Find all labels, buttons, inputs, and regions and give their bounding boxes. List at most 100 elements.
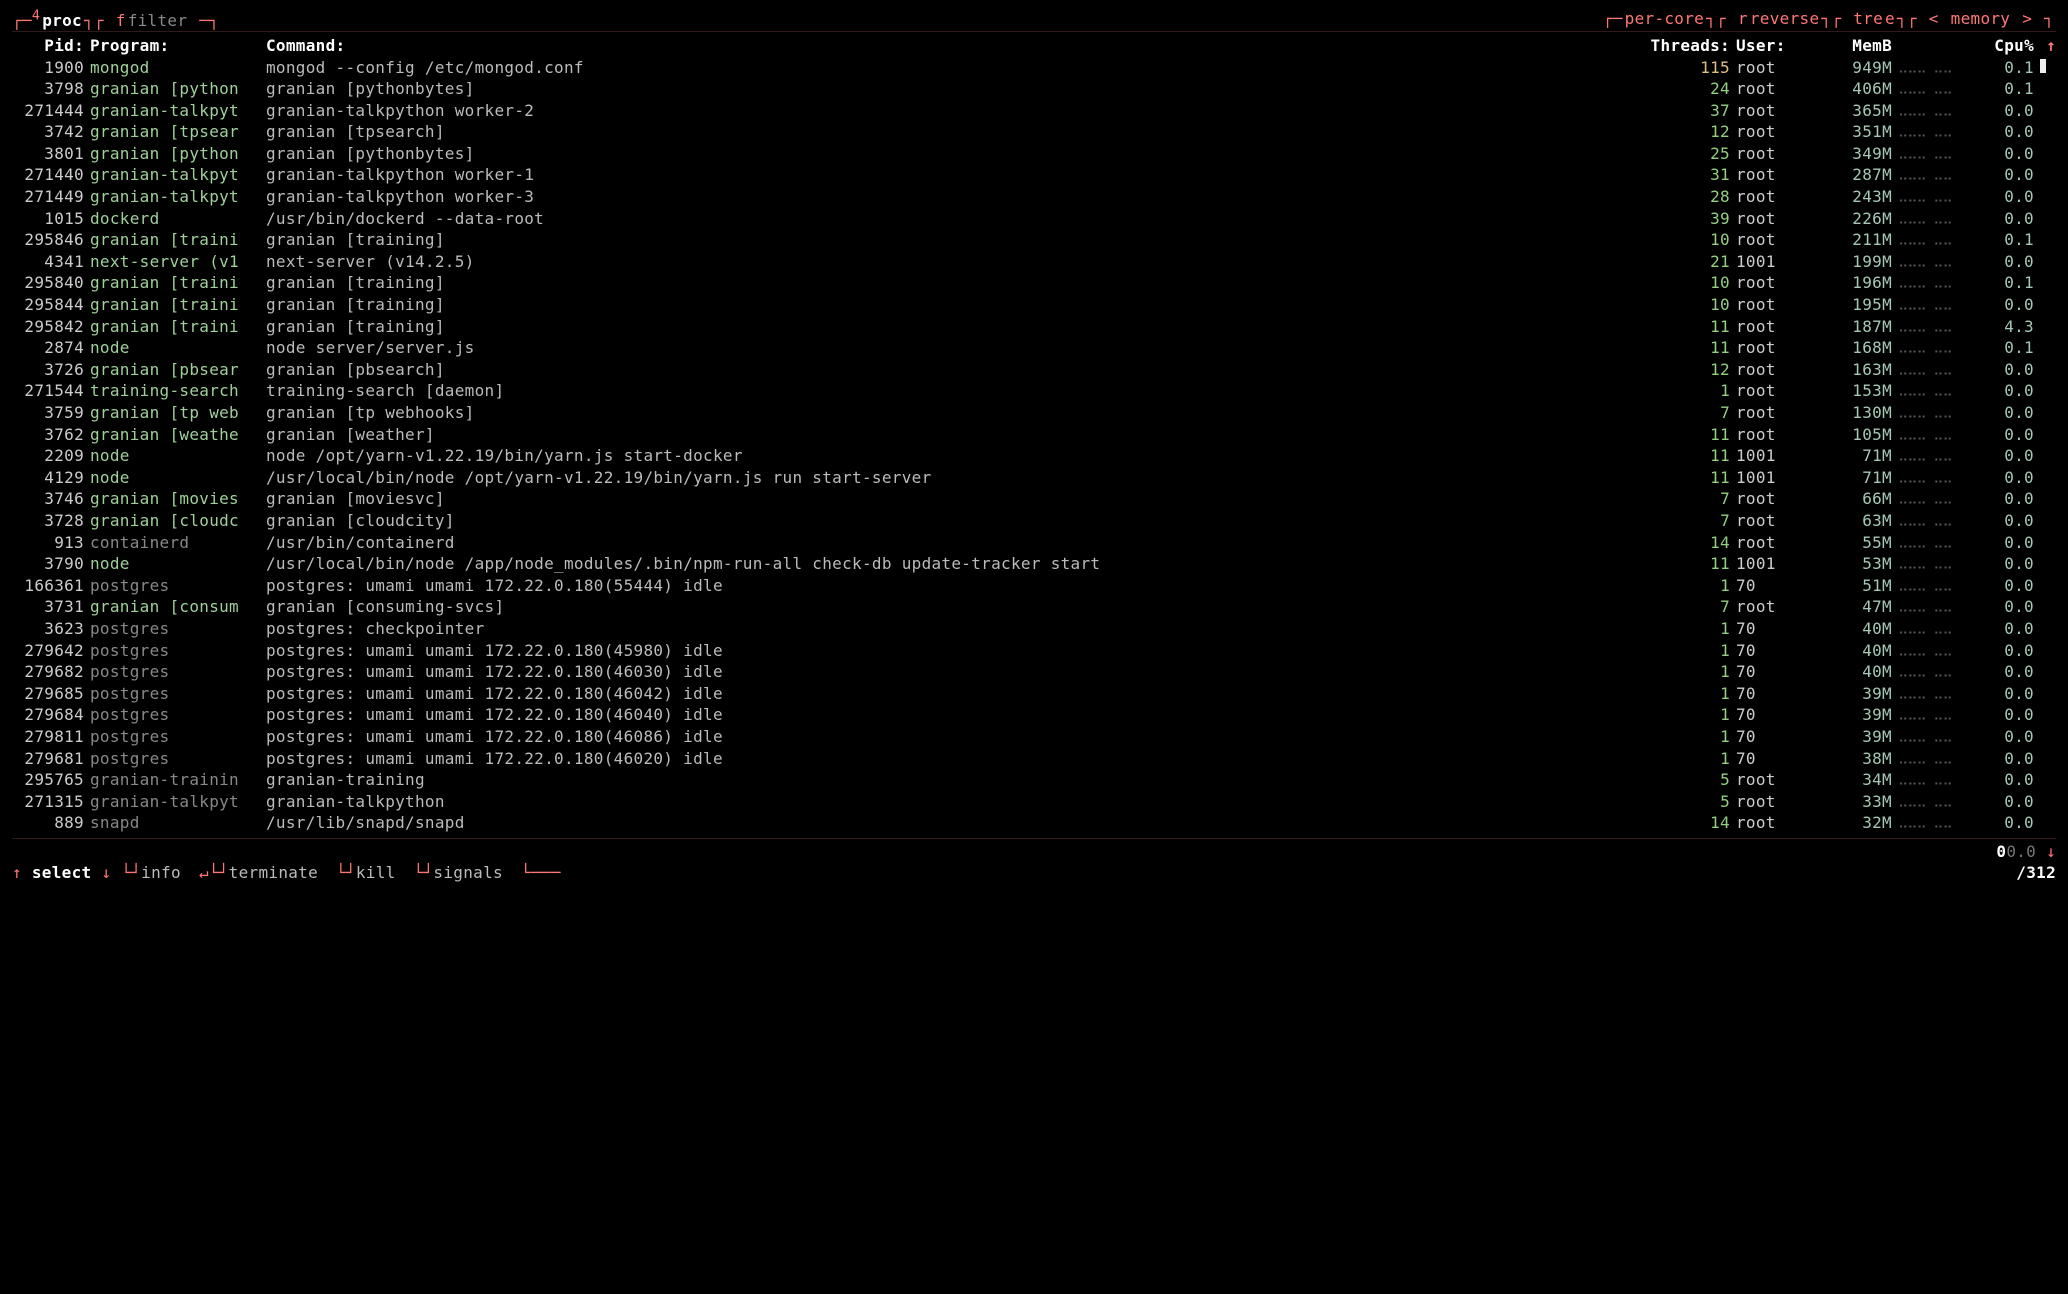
table-row[interactable]: 3726granian [pbseargranian [pbsearch]12r… <box>12 359 2056 381</box>
bar-cell <box>2040 640 2056 662</box>
bar-cell <box>2040 316 2056 338</box>
table-row[interactable]: 279684postgrespostgres: umami umami 172.… <box>12 704 2056 726</box>
program-cell: granian [cloudc <box>90 510 260 532</box>
table-row[interactable]: 889snapd/usr/lib/snapd/snapd14root32M⣀⣀⣀… <box>12 812 2056 834</box>
mem-cell: 406M <box>1822 78 1892 100</box>
table-row[interactable]: 3728granian [cloudcgranian [cloudcity]7r… <box>12 510 2056 532</box>
program-cell: node <box>90 445 260 467</box>
column-headers: Pid: Program: Command: Threads: User: Me… <box>12 35 2056 57</box>
table-row[interactable]: 279682postgrespostgres: umami umami 172.… <box>12 661 2056 683</box>
action-select[interactable]: select <box>32 863 92 882</box>
sparkline: ⣀⣀⣀ ⣀⣀ <box>1898 143 1968 165</box>
mem-cell: 40M <box>1822 618 1892 640</box>
command-cell: granian [moviesvc] <box>266 488 1644 510</box>
pid-cell: 279682 <box>12 661 84 683</box>
table-row[interactable]: 2209nodenode /opt/yarn-v1.22.19/bin/yarn… <box>12 445 2056 467</box>
sort-next[interactable]: > <box>2022 9 2032 28</box>
table-row[interactable]: 166361postgrespostgres: umami umami 172.… <box>12 575 2056 597</box>
table-row[interactable]: 279642postgrespostgres: umami umami 172.… <box>12 640 2056 662</box>
threads-cell: 25 <box>1650 143 1730 165</box>
table-row[interactable]: 279811postgrespostgres: umami umami 172.… <box>12 726 2056 748</box>
command-cell: granian [pbsearch] <box>266 359 1644 381</box>
sort-memory[interactable]: memory <box>1951 9 2011 28</box>
table-row[interactable]: 271444granian-talkpytgranian-talkpython … <box>12 100 2056 122</box>
table-row[interactable]: 3762granian [weathegranian [weather]11ro… <box>12 424 2056 446</box>
threads-cell: 1 <box>1650 704 1730 726</box>
mem-cell: 196M <box>1822 272 1892 294</box>
command-cell: /usr/local/bin/node /opt/yarn-v1.22.19/b… <box>266 467 1644 489</box>
sort-prev[interactable]: < <box>1929 9 1939 28</box>
user-cell: 70 <box>1736 618 1816 640</box>
table-row[interactable]: 4341next-server (v1next-server (v14.2.5)… <box>12 251 2056 273</box>
cpu-cell: 0.1 <box>1974 229 2034 251</box>
process-list[interactable]: 1900mongodmongod --config /etc/mongod.co… <box>12 57 2056 834</box>
table-row[interactable]: 3798granian [pythongranian [pythonbytes]… <box>12 78 2056 100</box>
sparkline: ⣀⣀⣀ ⣀⣀ <box>1898 402 1968 424</box>
threads-cell: 1 <box>1650 640 1730 662</box>
table-row[interactable]: 3801granian [pythongranian [pythonbytes]… <box>12 143 2056 165</box>
mem-cell: 63M <box>1822 510 1892 532</box>
pid-cell: 3762 <box>12 424 84 446</box>
table-row[interactable]: 295844granian [trainigranian [training]1… <box>12 294 2056 316</box>
table-row[interactable]: 4129node/usr/local/bin/node /opt/yarn-v1… <box>12 467 2056 489</box>
sparkline: ⣀⣀⣀ ⣀⣀ <box>1898 186 1968 208</box>
toggle-tree[interactable]: tree <box>1853 9 1895 28</box>
command-cell: node server/server.js <box>266 337 1644 359</box>
table-row[interactable]: 1015dockerd/usr/bin/dockerd --data-root3… <box>12 208 2056 230</box>
table-row[interactable]: 295765granian-trainingranian-training5ro… <box>12 769 2056 791</box>
table-row[interactable]: 3742granian [tpseargranian [tpsearch]12r… <box>12 121 2056 143</box>
header-mem[interactable]: MemB <box>1822 35 1892 57</box>
header-cpu[interactable]: Cpu% <box>1974 35 2034 57</box>
table-row[interactable]: 271315granian-talkpytgranian-talkpython5… <box>12 791 2056 813</box>
table-row[interactable]: 279685postgrespostgres: umami umami 172.… <box>12 683 2056 705</box>
action-info[interactable]: info <box>141 863 181 882</box>
header-command[interactable]: Command: <box>266 35 1644 57</box>
table-row[interactable]: 295846granian [trainigranian [training]1… <box>12 229 2056 251</box>
table-row[interactable]: 1900mongodmongod --config /etc/mongod.co… <box>12 57 2056 79</box>
table-row[interactable]: 271440granian-talkpytgranian-talkpython … <box>12 164 2056 186</box>
table-row[interactable]: 913containerd/usr/bin/containerd14root55… <box>12 532 2056 554</box>
action-terminate[interactable]: terminate <box>229 863 318 882</box>
user-cell: 70 <box>1736 683 1816 705</box>
program-cell: granian-talkpyt <box>90 100 260 122</box>
table-row[interactable]: 279681postgrespostgres: umami umami 172.… <box>12 748 2056 770</box>
user-cell: 70 <box>1736 704 1816 726</box>
table-row[interactable]: 3731granian [consumgranian [consuming-sv… <box>12 596 2056 618</box>
threads-cell: 12 <box>1650 121 1730 143</box>
header-user[interactable]: User: <box>1736 35 1816 57</box>
action-signals[interactable]: signals <box>433 863 503 882</box>
table-row[interactable]: 3790node/usr/local/bin/node /app/node_mo… <box>12 553 2056 575</box>
table-row[interactable]: 271544training-searchtraining-search [da… <box>12 380 2056 402</box>
table-row[interactable]: 2874nodenode server/server.js11root168M⣀… <box>12 337 2056 359</box>
table-row[interactable]: 295840granian [trainigranian [training]1… <box>12 272 2056 294</box>
program-cell: granian [traini <box>90 229 260 251</box>
mem-cell: 187M <box>1822 316 1892 338</box>
threads-cell: 11 <box>1650 467 1730 489</box>
table-row[interactable]: 3623postgrespostgres: checkpointer17040M… <box>12 618 2056 640</box>
header-threads[interactable]: Threads: <box>1650 35 1730 57</box>
pid-cell: 3742 <box>12 121 84 143</box>
threads-cell: 24 <box>1650 78 1730 100</box>
table-row[interactable]: 295842granian [trainigranian [training]1… <box>12 316 2056 338</box>
header-pid[interactable]: Pid: <box>12 35 84 57</box>
user-cell: root <box>1736 769 1816 791</box>
pid-cell: 4341 <box>12 251 84 273</box>
program-cell: granian [traini <box>90 316 260 338</box>
table-row[interactable]: 3759granian [tp webgranian [tp webhooks]… <box>12 402 2056 424</box>
header-program[interactable]: Program: <box>90 35 260 57</box>
action-kill[interactable]: kill <box>356 863 396 882</box>
sparkline: ⣀⣀⣀ ⣀⣀ <box>1898 510 1968 532</box>
sparkline: ⣀⣀⣀ ⣀⣀ <box>1898 640 1968 662</box>
program-cell: granian-trainin <box>90 769 260 791</box>
user-cell: root <box>1736 791 1816 813</box>
threads-cell: 1 <box>1650 575 1730 597</box>
filter-label[interactable]: filter <box>128 11 188 30</box>
toggle-per-core[interactable]: per-core <box>1625 9 1704 28</box>
table-row[interactable]: 271449granian-talkpytgranian-talkpython … <box>12 186 2056 208</box>
toggle-reverse[interactable]: reverse <box>1750 9 1820 28</box>
cpu-cell: 0.0 <box>1974 164 2034 186</box>
table-row[interactable]: 3746granian [moviesgranian [moviesvc]7ro… <box>12 488 2056 510</box>
command-cell: postgres: umami umami 172.22.0.180(46086… <box>266 726 1644 748</box>
user-cell: root <box>1736 272 1816 294</box>
bar-cell <box>2040 726 2056 748</box>
